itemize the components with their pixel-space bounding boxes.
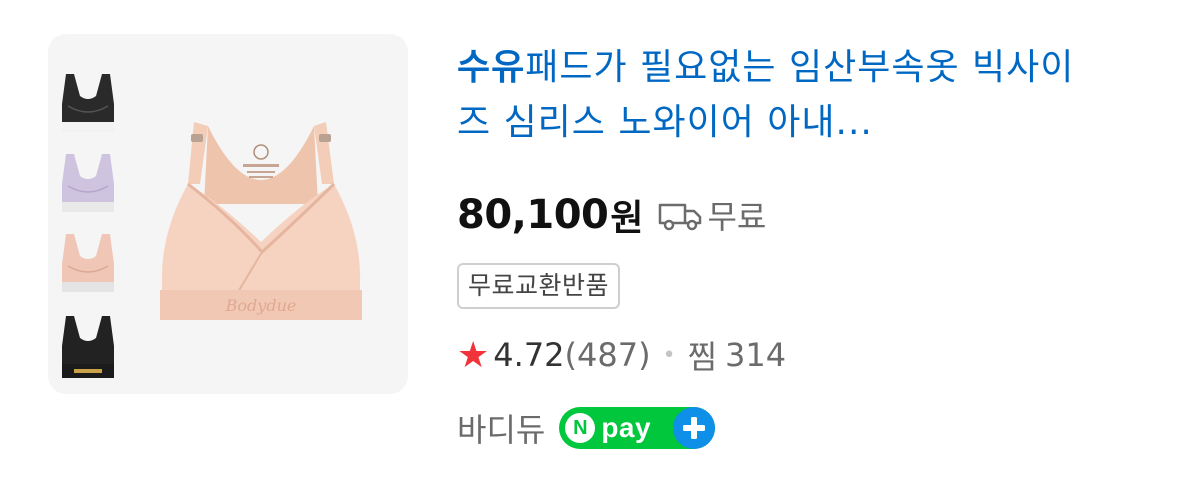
npay-plus-badge: N pay — [559, 407, 716, 449]
product-title[interactable]: 수유패드가 필요없는 임산부속옷 빅사이즈 심리스 노와이어 아내... — [457, 40, 1097, 150]
separator-dot: • — [662, 342, 676, 368]
price-value: 80,100 — [457, 192, 609, 238]
npay-n-logo: N — [565, 413, 596, 443]
title-highlight: 수유 — [457, 47, 526, 88]
color-swatch-black-gold — [62, 316, 114, 378]
color-swatch-beige — [62, 234, 114, 292]
main-product-bra: Bodydue — [160, 122, 362, 320]
color-swatch-black — [62, 74, 114, 132]
color-swatch-lavender — [62, 154, 114, 212]
product-thumbnail[interactable]: Bodydue — [48, 34, 408, 394]
price-row: 80,100 원 무료 — [457, 190, 766, 240]
truck-icon — [657, 199, 703, 231]
npay-pay-text: pay — [601, 412, 652, 443]
rating-row: ★ 4.72 (487) • 찜 314 — [457, 333, 786, 377]
product-info: 수유패드가 필요없는 임산부속옷 빅사이즈 심리스 노와이어 아내... 80,… — [457, 40, 1157, 449]
plus-icon — [673, 407, 716, 449]
product-image: Bodydue — [62, 74, 362, 378]
zzim-label: 찜 — [687, 338, 718, 376]
seller-name[interactable]: 바디듀 — [457, 405, 545, 451]
rating-value: 4.72 — [493, 336, 565, 374]
zzim-count: 314 — [725, 336, 787, 374]
review-count[interactable]: (487) — [565, 336, 651, 374]
free-return-badge: 무료교환반품 — [457, 263, 621, 309]
bra-brand-text: Bodydue — [225, 296, 297, 315]
seller-row: 바디듀 N pay — [457, 404, 716, 452]
title-text: 패드가 필요없는 임산부속옷 빅사이즈 심리스 노와이어 아내... — [457, 47, 1075, 143]
shipping-fee: 무료 — [707, 198, 767, 236]
price-unit: 원 — [610, 198, 644, 239]
star-icon: ★ — [457, 334, 490, 376]
product-card[interactable]: Bodydue 수유패드가 필요없는 임산부속옷 빅사이즈 심리스 노와이어 아… — [0, 0, 1179, 503]
